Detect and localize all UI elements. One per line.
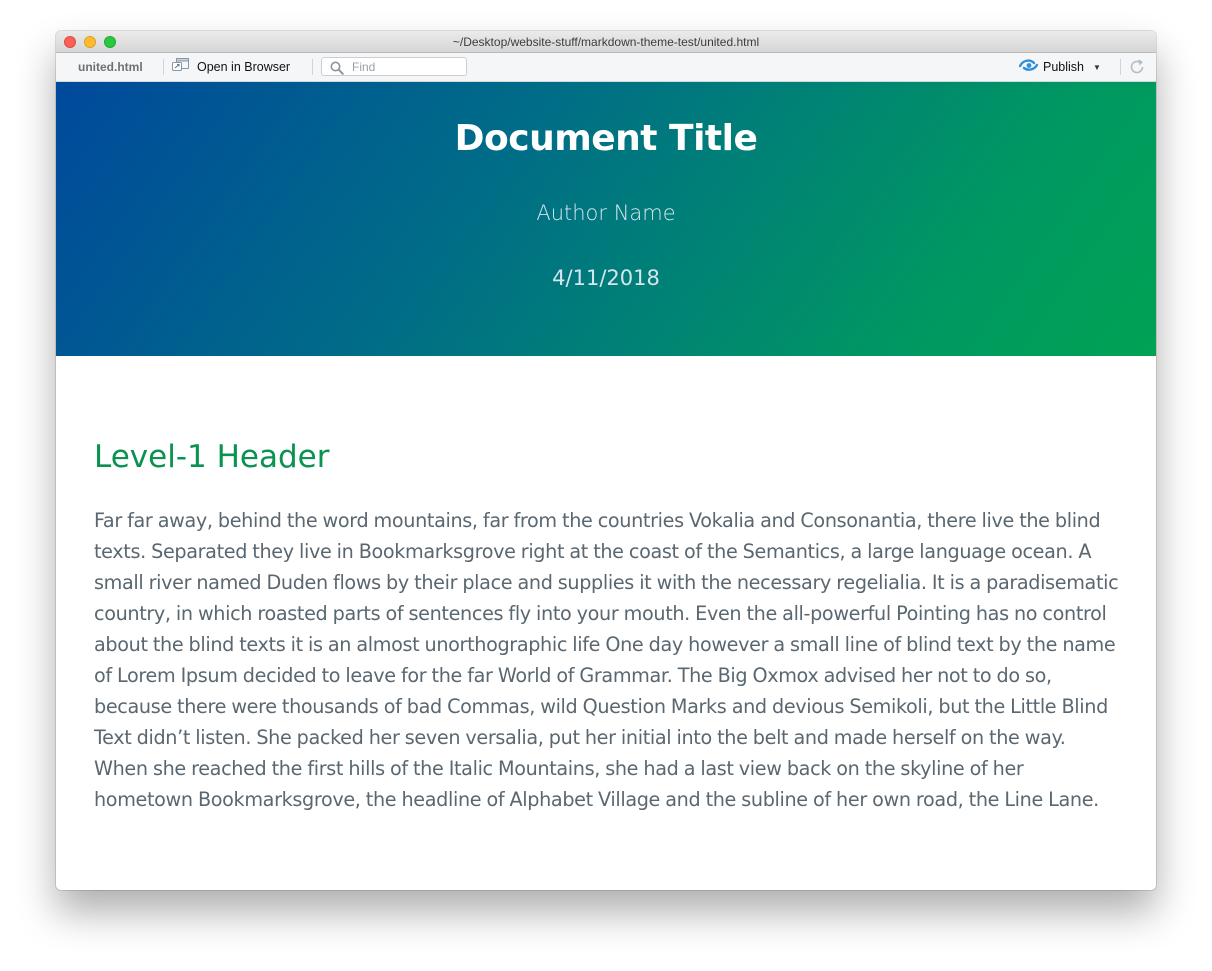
- publish-label: Publish: [1043, 60, 1084, 74]
- toolbar-divider: [163, 59, 164, 75]
- document-body: Level-1 Header Far far away, behind the …: [94, 431, 1124, 815]
- document-title: Document Title: [454, 118, 758, 159]
- viewer-window: ~/Desktop/website-stuff/markdown-theme-t…: [56, 31, 1156, 890]
- toolbar-divider: [312, 59, 313, 75]
- caret-down-icon[interactable]: ▼: [1093, 63, 1101, 72]
- viewer-toolbar: united.html Open in Browser Find Publish…: [56, 53, 1156, 82]
- find-box[interactable]: [321, 57, 467, 76]
- window-title: ~/Desktop/website-stuff/markdown-theme-t…: [452, 35, 760, 49]
- document-header: Document Title Author Name 4/11/2018: [56, 82, 1156, 356]
- refresh-button[interactable]: [1128, 58, 1146, 76]
- search-icon: [330, 61, 344, 75]
- refresh-icon: [1130, 59, 1144, 74]
- title-bar[interactable]: ~/Desktop/website-stuff/markdown-theme-t…: [56, 31, 1156, 53]
- publish-button[interactable]: Publish ▼: [1018, 57, 1101, 77]
- publish-icon: [1018, 58, 1039, 77]
- open-in-browser-button[interactable]: Open in Browser: [172, 57, 290, 77]
- body-paragraph: Far far away, behind the word mountains,…: [94, 509, 1119, 811]
- open-in-browser-label: Open in Browser: [197, 60, 291, 74]
- document-date: 4/11/2018: [552, 266, 660, 290]
- find-input[interactable]: [352, 59, 460, 74]
- document-author: Author Name: [536, 201, 676, 225]
- toolbar-divider: [1120, 59, 1121, 75]
- open-in-browser-icon: [172, 57, 190, 77]
- file-name-label: united.html: [78, 60, 143, 74]
- level-1-header: Level-1 Header: [94, 439, 330, 475]
